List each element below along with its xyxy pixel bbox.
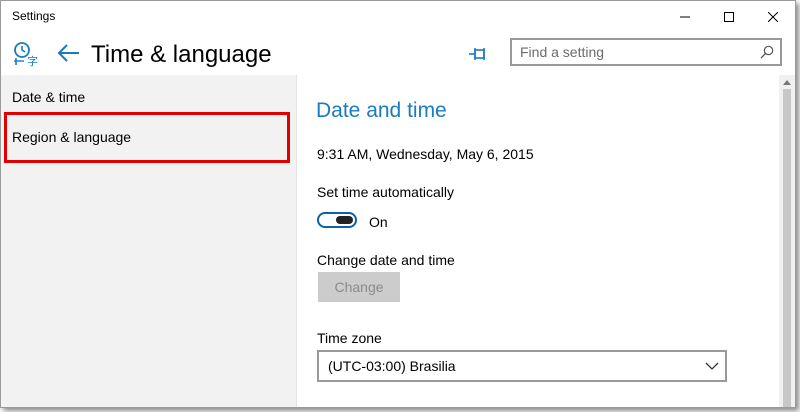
- main-content: Date and time 9:31 AM, Wednesday, May 6,…: [297, 75, 779, 407]
- timezone-label: Time zone: [317, 330, 382, 346]
- search-icon[interactable]: [760, 45, 774, 59]
- maximize-icon: [724, 12, 734, 22]
- page-title: Time & language: [91, 41, 272, 68]
- maximize-button[interactable]: [707, 1, 751, 33]
- title-bar: Settings: [1, 1, 795, 33]
- change-button[interactable]: Change: [318, 272, 400, 302]
- page-header: 字 Time & language: [1, 33, 795, 75]
- back-arrow-icon[interactable]: [56, 41, 82, 67]
- close-icon: [768, 12, 778, 22]
- timezone-dropdown[interactable]: (UTC-03:00) Brasilia: [317, 350, 727, 382]
- scrollbar[interactable]: [779, 75, 795, 407]
- search-input[interactable]: [520, 43, 750, 61]
- highlight-box: [4, 112, 290, 163]
- svg-text:字: 字: [27, 54, 38, 67]
- toggle-knob: [336, 216, 353, 224]
- set-time-auto-label: Set time automatically: [317, 184, 454, 200]
- change-date-time-label: Change date and time: [317, 252, 455, 268]
- settings-window: Settings 字 Time & language Find a settin…: [0, 0, 796, 408]
- toggle-state-label: On: [369, 214, 388, 230]
- search-box[interactable]: [510, 38, 782, 66]
- set-time-auto-toggle[interactable]: [317, 212, 357, 228]
- timezone-value: (UTC-03:00) Brasilia: [328, 358, 456, 374]
- current-datetime: 9:31 AM, Wednesday, May 6, 2015: [317, 146, 534, 162]
- chevron-down-icon: [705, 362, 719, 370]
- window-title: Settings: [12, 9, 56, 23]
- section-title: Date and time: [316, 99, 447, 122]
- close-button[interactable]: [751, 1, 795, 33]
- time-language-icon: 字: [14, 42, 38, 67]
- pin-icon[interactable]: [468, 43, 490, 65]
- minimize-button[interactable]: [663, 1, 707, 33]
- scrollbar-thumb[interactable]: [783, 89, 791, 407]
- scroll-up-icon[interactable]: [779, 75, 795, 89]
- minimize-icon: [680, 16, 690, 18]
- sidebar-item-date-time[interactable]: Date & time: [12, 89, 85, 105]
